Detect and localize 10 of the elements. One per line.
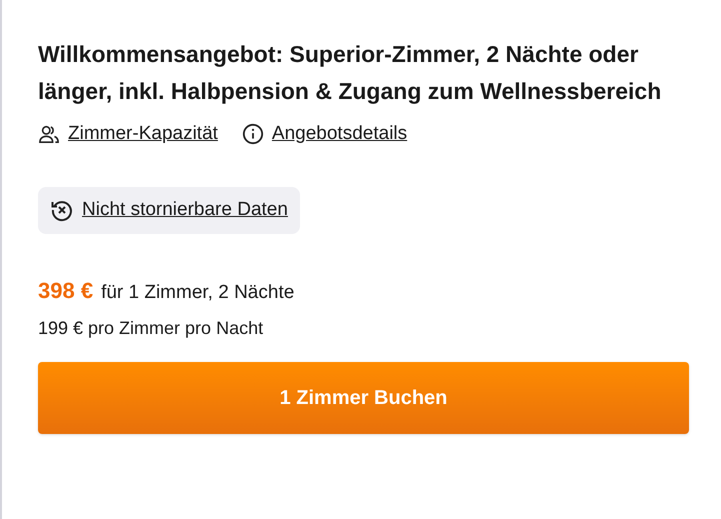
- cancel-clock-icon: [50, 198, 74, 222]
- people-icon: [38, 124, 60, 144]
- info-icon: [242, 123, 264, 146]
- offer-link[interactable]: Zimmer-Kapazität: [38, 120, 218, 148]
- total-price: 398 €: [38, 276, 94, 304]
- offer-link[interactable]: Angebotsdetails: [242, 120, 408, 148]
- offer-title: Willkommensangebot: Superior-Zimmer, 2 Nächte oder länger, inkl. Halbpension & Zugang zum Wellnessbereich: [38, 40, 662, 106]
- cancellation-link[interactable]: Nicht stornierbare Daten: [82, 196, 288, 224]
- per-night-price: 199 € pro Zimmer pro Nacht: [38, 317, 264, 340]
- total-price-note: für 1 Zimmer, 2 Nächte: [101, 280, 294, 304]
